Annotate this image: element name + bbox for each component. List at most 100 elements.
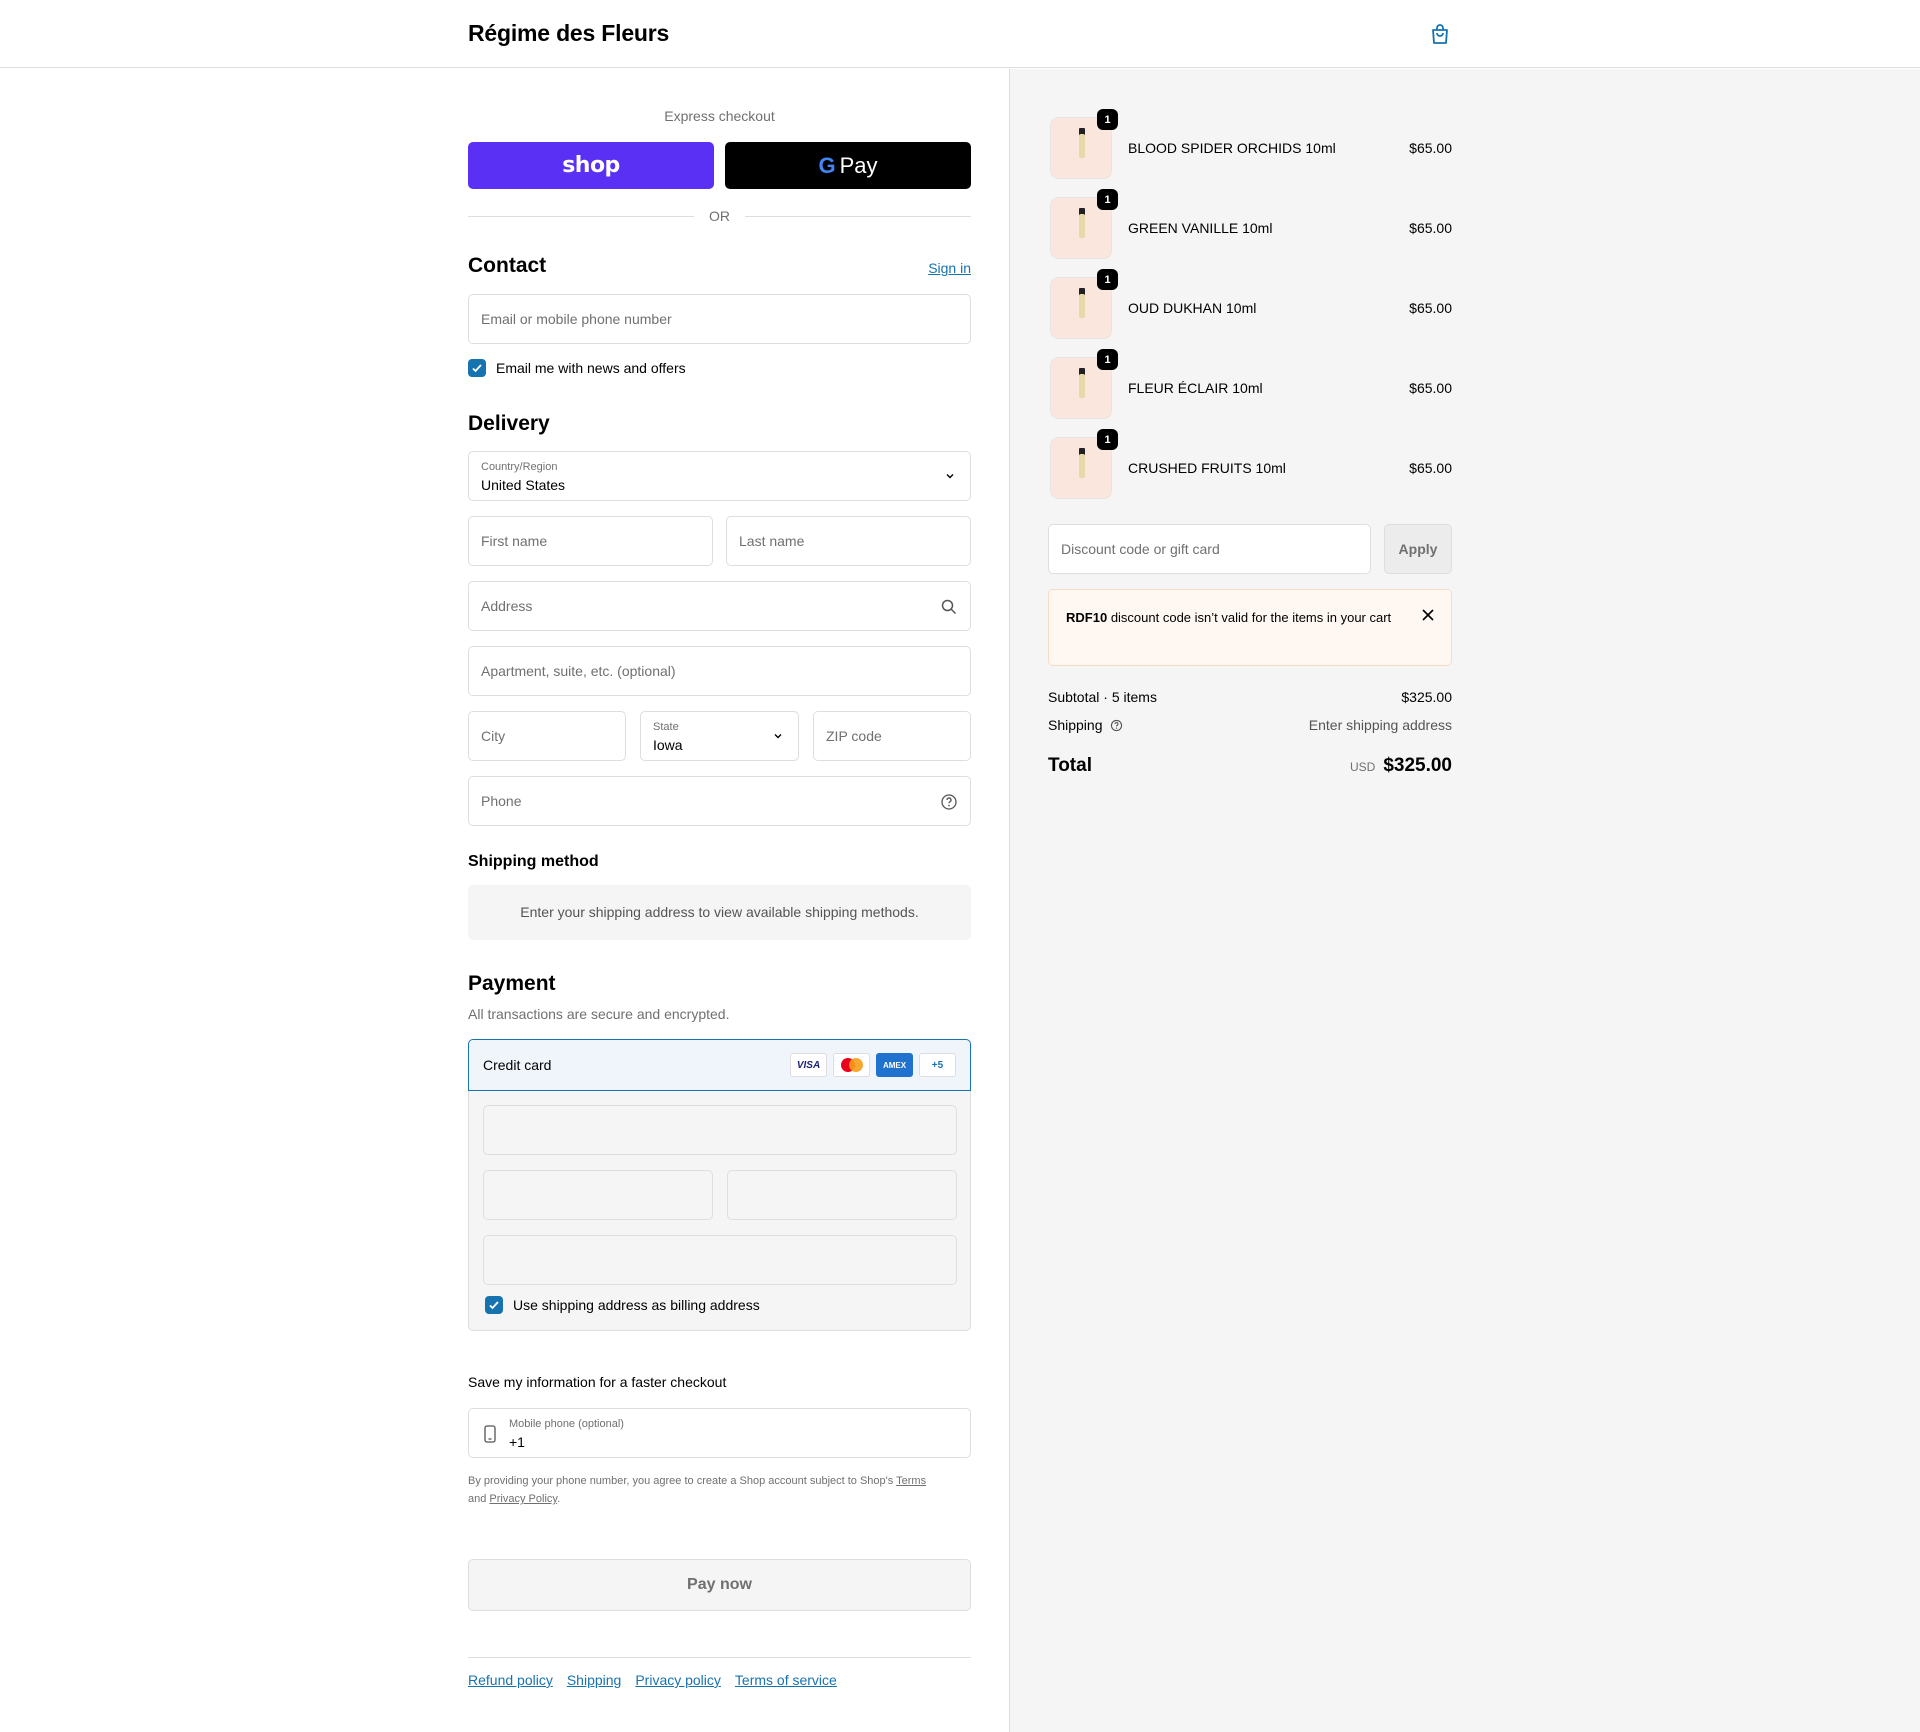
express-checkout-label: Express checkout	[664, 108, 775, 124]
mobile-phone-label: Mobile phone (optional)	[509, 1418, 624, 1430]
name-on-card-field[interactable]	[483, 1235, 957, 1285]
phone-field[interactable]: Phone	[468, 776, 971, 826]
zip-field[interactable]: ZIP code	[813, 711, 971, 761]
mastercard-icon	[833, 1053, 870, 1077]
first-name-field[interactable]: First name	[468, 516, 713, 566]
subtotal-row: Subtotal · 5 items $325.00	[1048, 689, 1452, 705]
shipping-method-heading: Shipping method	[468, 853, 599, 870]
country-value: United States	[481, 477, 566, 493]
total-amount-group: USD $325.00	[1350, 755, 1452, 777]
brand-logo[interactable]: Régime des Fleurs	[468, 20, 669, 47]
chevron-down-icon	[946, 474, 954, 479]
sign-in-link[interactable]: Sign in	[928, 260, 971, 276]
total-row: Total USD $325.00	[1048, 755, 1452, 777]
apply-discount-button[interactable]: Apply	[1384, 524, 1452, 574]
total-value: $325.00	[1383, 755, 1452, 776]
legal-and: and	[468, 1493, 487, 1505]
address-field[interactable]: Address	[468, 581, 971, 631]
card-number-field[interactable]	[483, 1105, 957, 1155]
shop-legal-text: By providing your phone number, you agre…	[468, 1472, 971, 1508]
email-placeholder: Email or mobile phone number	[481, 311, 672, 327]
quantity-badge: 1	[1097, 189, 1118, 210]
save-info-heading: Save my information for a faster checkou…	[468, 1374, 727, 1390]
google-pay-label: Pay	[839, 152, 878, 178]
state-label: State	[653, 721, 679, 733]
chevron-down-icon	[774, 734, 782, 739]
currency-code: USD	[1349, 760, 1376, 774]
terms-link[interactable]: Terms	[896, 1475, 926, 1487]
help-circle-icon[interactable]	[1110, 719, 1123, 732]
security-code-field[interactable]	[727, 1170, 957, 1220]
credit-card-option[interactable]: Credit card VISA AMEX +5	[468, 1039, 971, 1091]
terms-of-service-link[interactable]: Terms of service	[735, 1672, 837, 1688]
subtotal-label: Subtotal · 5 items	[1048, 689, 1157, 705]
mobile-phone-field[interactable]: Mobile phone (optional) +1	[468, 1408, 971, 1458]
product-name: CRUSHED FRUITS 10ml	[1128, 460, 1286, 476]
billing-same-checkbox[interactable]: Use shipping address as billing address	[485, 1296, 760, 1314]
billing-check-icon[interactable]	[485, 1296, 503, 1314]
quantity-badge: 1	[1097, 349, 1118, 370]
state-select[interactable]: State Iowa	[640, 711, 799, 761]
footer-links: Refund policy Shipping Privacy policy Te…	[468, 1672, 837, 1688]
footer-divider	[468, 1657, 971, 1658]
quantity-badge: 1	[1097, 429, 1118, 450]
discount-error-text: discount code isn’t valid for the items …	[1110, 610, 1392, 625]
discount-code-field[interactable]: Discount code or gift card	[1048, 524, 1371, 574]
privacy-policy-link[interactable]: Privacy Policy	[489, 1493, 557, 1505]
mobile-phone-icon	[484, 1425, 496, 1443]
google-g-icon: G	[818, 152, 836, 178]
contact-heading: Contact	[468, 254, 547, 277]
or-label: OR	[709, 208, 730, 224]
credit-card-label: Credit card	[483, 1057, 552, 1073]
header: Régime des Fleurs	[0, 0, 1920, 68]
list-item: 1 GREEN VANILLE 10ml $65.00	[1048, 189, 1452, 261]
discount-placeholder: Discount code or gift card	[1061, 541, 1220, 557]
shipping-method-message: Enter your shipping address to view avai…	[468, 885, 971, 940]
product-price: $65.00	[1409, 220, 1452, 236]
email-field[interactable]: Email or mobile phone number	[468, 294, 971, 344]
quantity-badge: 1	[1097, 109, 1118, 130]
product-price: $65.00	[1409, 460, 1452, 476]
last-name-field[interactable]: Last name	[726, 516, 971, 566]
help-circle-icon[interactable]	[940, 793, 958, 811]
amex-icon: AMEX	[876, 1053, 913, 1077]
google-pay-button[interactable]: G Pay	[725, 142, 971, 189]
newsletter-label: Email me with news and offers	[496, 360, 686, 376]
expiration-date-field[interactable]	[483, 1170, 713, 1220]
refund-policy-link[interactable]: Refund policy	[468, 1672, 553, 1688]
apartment-placeholder: Apartment, suite, etc. (optional)	[481, 663, 676, 679]
city-placeholder: City	[481, 728, 506, 744]
country-select[interactable]: Country/Region United States	[468, 451, 971, 501]
first-name-placeholder: First name	[481, 533, 548, 549]
delivery-heading: Delivery	[468, 412, 550, 435]
shipping-link[interactable]: Shipping	[567, 1672, 622, 1688]
city-field[interactable]: City	[468, 711, 626, 761]
legal-suffix: .	[557, 1493, 561, 1505]
mobile-phone-value: +1	[509, 1434, 525, 1450]
billing-same-label: Use shipping address as billing address	[513, 1297, 760, 1313]
total-label: Total	[1048, 755, 1092, 776]
shipping-row: Shipping Enter shipping address	[1048, 717, 1452, 733]
close-icon[interactable]	[1421, 608, 1435, 622]
privacy-policy-footer-link[interactable]: Privacy policy	[635, 1672, 721, 1688]
list-item: 1 OUD DUKHAN 10ml $65.00	[1048, 269, 1452, 341]
phone-placeholder: Phone	[481, 793, 522, 809]
newsletter-checkbox[interactable]: Email me with news and offers	[468, 359, 686, 377]
payment-heading: Payment	[468, 972, 556, 995]
zip-placeholder: ZIP code	[826, 728, 882, 744]
newsletter-check-icon[interactable]	[468, 359, 486, 377]
subtotal-value: $325.00	[1401, 689, 1452, 705]
legal-prefix: By providing your phone number, you agre…	[468, 1475, 894, 1487]
shipping-value: Enter shipping address	[1308, 717, 1452, 733]
shopping-bag-icon[interactable]	[1428, 22, 1452, 46]
more-cards-badge: +5	[919, 1053, 956, 1077]
pay-now-button[interactable]: Pay now	[468, 1559, 971, 1611]
product-name: GREEN VANILLE 10ml	[1128, 220, 1273, 236]
product-name: OUD DUKHAN 10ml	[1128, 300, 1257, 316]
discount-code-text: RDF10	[1066, 610, 1108, 625]
product-name: BLOOD SPIDER ORCHIDS 10ml	[1128, 140, 1336, 156]
quantity-badge: 1	[1097, 269, 1118, 290]
shop-pay-button[interactable]: shop	[468, 142, 714, 189]
visa-icon: VISA	[790, 1053, 827, 1077]
apartment-field[interactable]: Apartment, suite, etc. (optional)	[468, 646, 971, 696]
